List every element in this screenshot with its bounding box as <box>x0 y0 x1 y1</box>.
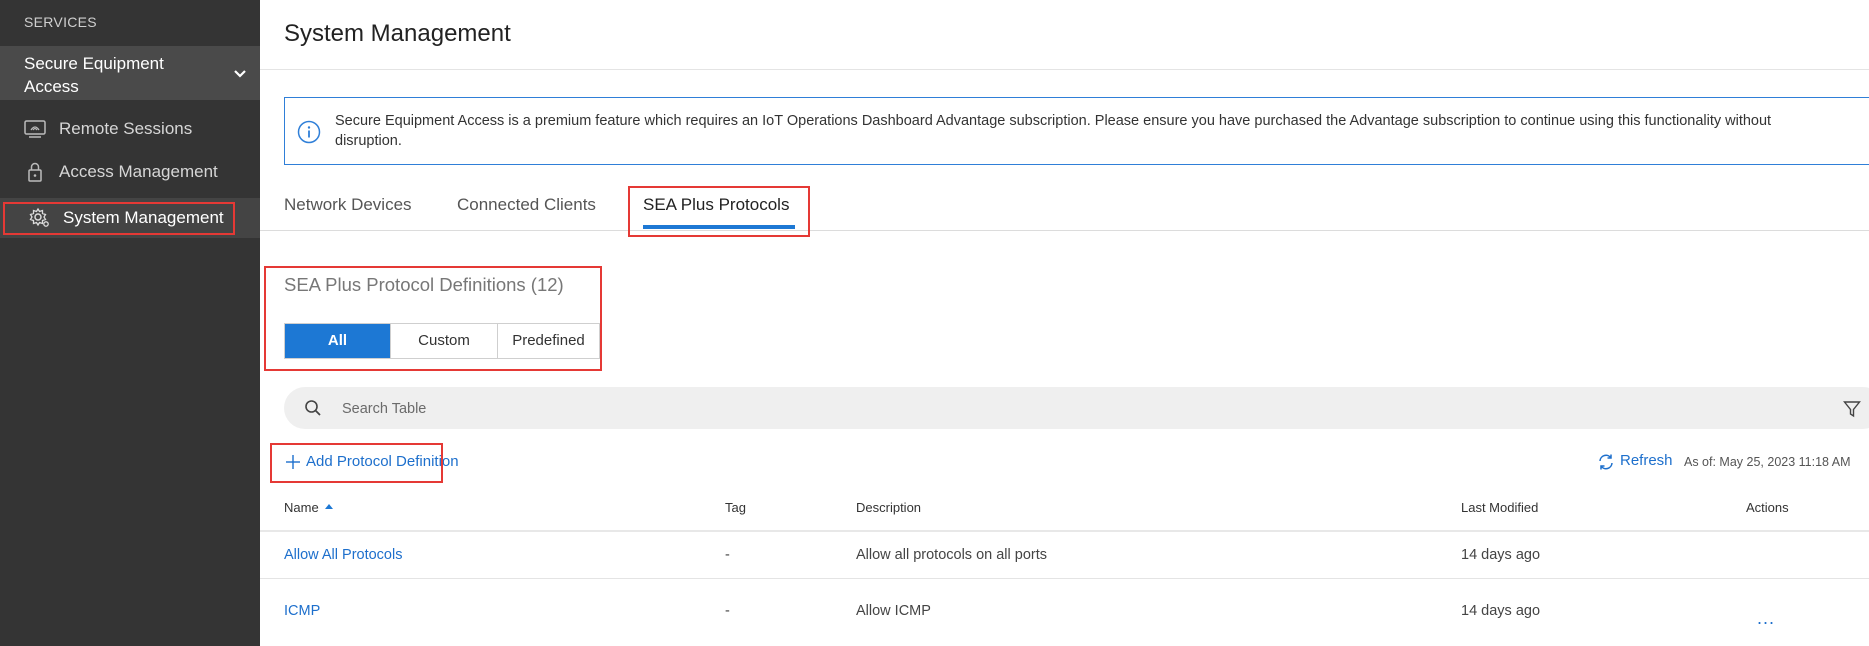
column-header-name[interactable]: Name <box>284 500 333 515</box>
description-cell: Allow all protocols on all ports <box>856 547 1048 563</box>
search-input[interactable] <box>340 393 1744 425</box>
info-icon <box>297 120 321 144</box>
last-modified-cell: 14 days ago <box>1461 547 1541 563</box>
protocol-name-link[interactable]: Allow All Protocols <box>284 547 402 563</box>
refresh-label: Refresh <box>1620 452 1673 469</box>
sidebar: SERVICES Secure Equipment Access Remote … <box>0 0 260 646</box>
main-content: System Management Secure Equipment Acces… <box>260 0 1869 646</box>
sidebar-item-label: Access Management <box>59 162 218 181</box>
chevron-down-icon <box>234 70 246 78</box>
refresh-icon <box>1599 454 1613 470</box>
description-cell: Allow ICMP <box>856 603 931 619</box>
highlight-box <box>270 443 443 483</box>
row-divider <box>260 578 1869 579</box>
sidebar-item-access-management[interactable]: Access Management <box>0 152 260 192</box>
column-header-last-modified[interactable]: Last Modified <box>1461 500 1538 515</box>
banner-message: Secure Equipment Access is a premium fea… <box>335 113 1772 149</box>
tab-network-devices[interactable]: Network Devices <box>284 195 412 215</box>
column-header-description[interactable]: Description <box>856 500 921 515</box>
protocol-name-link[interactable]: ICMP <box>284 603 320 619</box>
search-icon <box>305 400 321 416</box>
tag-cell: - <box>725 547 730 563</box>
info-banner: Secure Equipment Access is a premium fea… <box>284 97 1869 165</box>
last-modified-cell: 14 days ago <box>1461 603 1541 619</box>
highlight-box <box>3 202 235 235</box>
table-header-divider <box>260 530 1869 532</box>
more-actions-icon[interactable]: ... <box>1757 608 1775 629</box>
service-selector[interactable]: Secure Equipment Access <box>0 46 260 100</box>
tab-bar: Network Devices Connected Clients SEA Pl… <box>260 185 1869 231</box>
sidebar-item-label: Remote Sessions <box>59 119 193 138</box>
tab-connected-clients[interactable]: Connected Clients <box>457 195 596 215</box>
lock-icon <box>28 162 42 182</box>
tag-cell: - <box>725 603 730 619</box>
service-title: Secure Equipment Access <box>24 54 164 96</box>
page-title: System Management <box>284 20 511 47</box>
sidebar-item-remote-sessions[interactable]: Remote Sessions <box>0 109 260 149</box>
services-label: SERVICES <box>24 14 97 30</box>
column-header-actions: Actions <box>1746 500 1789 515</box>
column-header-label: Name <box>284 500 319 515</box>
remote-sessions-icon <box>24 120 46 138</box>
divider <box>260 69 1869 70</box>
search-bar <box>284 387 1869 429</box>
last-refreshed-timestamp: As of: May 25, 2023 11:18 AM <box>1684 455 1851 469</box>
filter-icon[interactable] <box>1843 400 1861 418</box>
column-header-tag[interactable]: Tag <box>725 500 746 515</box>
highlight-box <box>628 186 810 237</box>
sort-ascending-icon <box>324 504 333 510</box>
highlight-box <box>264 266 602 371</box>
